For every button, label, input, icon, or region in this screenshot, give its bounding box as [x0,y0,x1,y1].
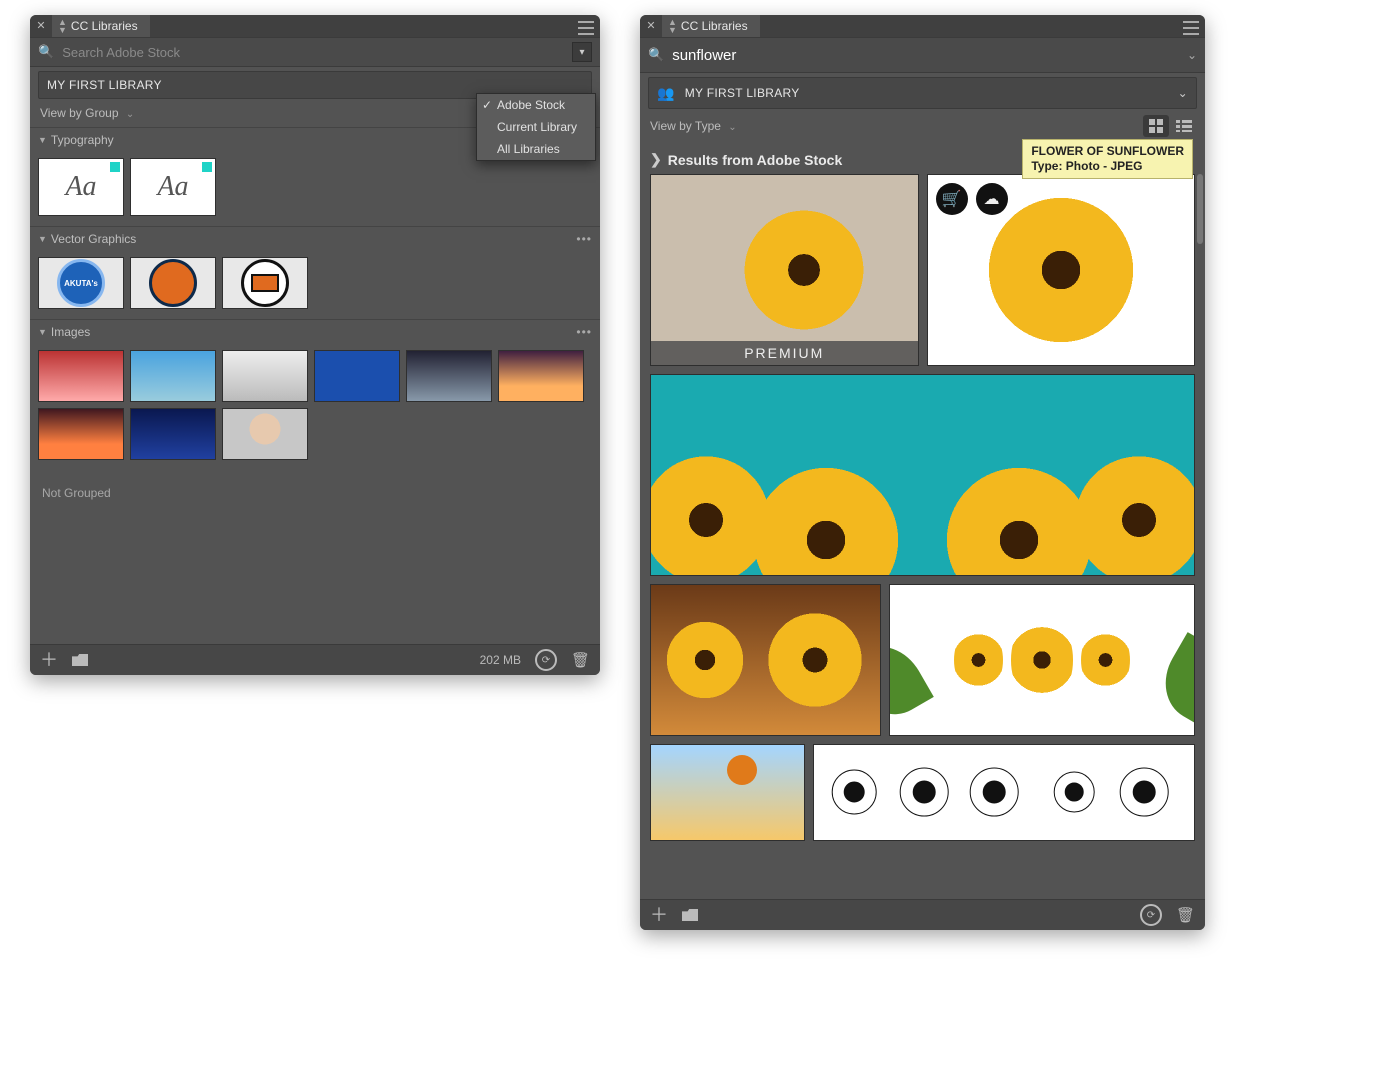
vector-asset[interactable] [130,257,216,309]
section-title: Typography [51,133,114,147]
search-row: 🔍 ▾ [30,37,600,67]
image-asset[interactable] [406,350,492,402]
results-header-label: Results from Adobe Stock [668,152,843,168]
list-icon [1176,120,1192,132]
section-body-images [30,344,600,470]
type-swatch[interactable]: Aa [130,158,216,216]
search-icon: 🔍 [648,47,664,63]
premium-badge: PREMIUM [651,341,918,365]
disclosure-triangle-icon: ▼ [38,135,47,145]
panel-tab[interactable]: ▲▼ CC Libraries [662,15,760,37]
stock-result-tile[interactable]: PREMIUM [650,174,919,366]
image-asset[interactable] [498,350,584,402]
tab-grip-icon: ▲▼ [58,18,67,34]
view-mode-button[interactable]: View by Type ⌄ [650,119,737,133]
search-icon: 🔍 [38,44,54,60]
chevron-down-icon[interactable]: ⌄ [1187,48,1197,62]
close-icon[interactable]: ✕ [36,21,46,31]
panel-tab-label: CC Libraries [681,19,748,33]
close-icon[interactable]: ✕ [646,21,656,31]
image-asset[interactable] [38,350,124,402]
panel-titlebar: ✕ ▲▼ CC Libraries [640,15,1205,37]
image-asset[interactable] [130,408,216,460]
view-mode-label: View by Type [650,119,721,133]
view-mode-button[interactable]: View by Group ⌄ [40,106,134,120]
search-scope-dropdown-button[interactable]: ▾ [572,42,592,62]
disclosure-triangle-icon: ▼ [38,327,47,337]
chevron-right-icon: ❯ [650,151,662,168]
search-scope-dropdown: Adobe Stock Current Library All Librarie… [476,93,596,161]
results-area: PREMIUM 🛒 ☁ [640,174,1205,899]
type-swatch[interactable]: Aa [38,158,124,216]
image-asset[interactable] [222,350,308,402]
not-grouped-label: Not Grouped [30,470,600,516]
dropdown-item-current-library[interactable]: Current Library [477,116,595,138]
image-asset[interactable] [314,350,400,402]
dropdown-item-all-libraries[interactable]: All Libraries [477,138,595,160]
add-content-button[interactable]: ＋ [650,908,668,922]
shared-library-icon: 👥 [657,85,675,102]
stock-result-tile[interactable] [650,744,805,841]
sync-icon[interactable]: ⟳ [1140,904,1162,926]
search-input[interactable] [670,46,1181,65]
tab-grip-icon: ▲▼ [668,18,677,34]
trash-icon[interactable]: 🗑 [571,651,590,669]
stock-result-tile[interactable] [650,374,1195,576]
section-title: Vector Graphics [51,232,136,246]
disclosure-triangle-icon: ▼ [38,234,47,244]
library-selector-label: MY FIRST LIBRARY [685,86,800,100]
section-header-images[interactable]: ▼ Images ••• [30,319,600,344]
image-asset[interactable] [222,408,308,460]
asset-tooltip: FLOWER OF SUNFLOWER Type: Photo - JPEG [1022,139,1193,179]
panel-footer: ＋ ⟳ 🗑 [640,899,1205,930]
stock-result-tile[interactable]: 🛒 ☁ [927,174,1196,366]
panel-titlebar: ✕ ▲▼ CC Libraries [30,15,600,37]
vector-asset[interactable]: AKUTA's [38,257,124,309]
view-mode-label: View by Group [40,106,119,120]
chevron-down-icon: ⌄ [126,109,134,120]
new-group-button[interactable] [682,909,698,921]
section-header-vector[interactable]: ▼ Vector Graphics ••• [30,226,600,251]
panel-tab[interactable]: ▲▼ CC Libraries [52,15,150,37]
panel-footer: ＋ 202 MB ⟳ 🗑 [30,644,600,675]
library-selector[interactable]: 👥 MY FIRST LIBRARY ⌄ [648,77,1197,109]
cc-libraries-panel-left: ✕ ▲▼ CC Libraries 🔍 ▾ MY FIRST LIBRARY V… [30,15,600,675]
tooltip-subtitle: Type: Photo - JPEG [1031,159,1184,174]
section-body-typography: Aa Aa [30,152,600,226]
panel-menu-icon[interactable] [1183,19,1199,37]
grid-icon [1149,119,1163,133]
add-content-button[interactable]: ＋ [40,653,58,667]
section-title: Images [51,325,90,339]
search-row: 🔍 ⌄ [640,37,1205,73]
search-input[interactable] [60,44,566,61]
chevron-down-icon: ⌄ [1178,86,1188,100]
image-asset[interactable] [38,408,124,460]
license-button[interactable]: 🛒 [936,183,968,215]
cc-libraries-panel-right: ✕ ▲▼ CC Libraries 🔍 ⌄ 👥 MY FIRST LIBRARY… [640,15,1205,930]
section-menu-icon[interactable]: ••• [576,232,592,246]
dropdown-item-adobe-stock[interactable]: Adobe Stock [477,94,595,116]
stock-result-tile[interactable] [889,584,1195,736]
image-asset[interactable] [130,350,216,402]
section-menu-icon[interactable]: ••• [576,325,592,339]
stock-result-tile[interactable] [813,744,1195,841]
view-list-button[interactable] [1171,115,1197,137]
trash-icon[interactable]: 🗑 [1176,906,1195,924]
chevron-down-icon: ⌄ [728,122,736,133]
panel-menu-icon[interactable] [578,19,594,37]
results-header[interactable]: ❯ Results from Adobe Stock FLOWER OF SUN… [640,143,1205,174]
storage-size-label: 202 MB [480,653,521,667]
view-grid-button[interactable] [1143,115,1169,137]
view-mode-row: View by Type ⌄ [640,109,1205,143]
stock-result-tile[interactable] [650,584,881,736]
tooltip-title: FLOWER OF SUNFLOWER [1031,144,1184,159]
section-body-vector: AKUTA's [30,251,600,319]
scrollbar[interactable] [1197,174,1203,244]
sync-icon[interactable]: ⟳ [535,649,557,671]
new-group-button[interactable] [72,654,88,666]
panel-tab-label: CC Libraries [71,19,138,33]
library-selector-label: MY FIRST LIBRARY [47,78,162,92]
vector-asset[interactable] [222,257,308,309]
